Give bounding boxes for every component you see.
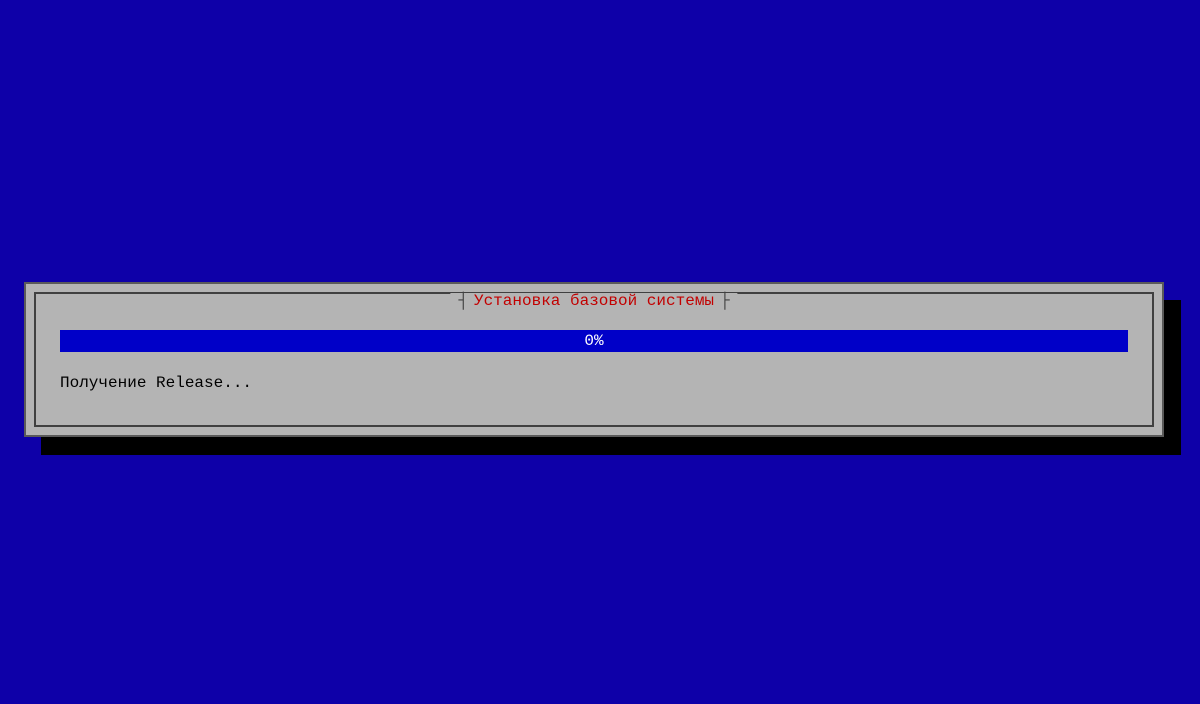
progress-bar: 0% [60, 330, 1128, 352]
dialog-title: Установка базовой системы [474, 293, 714, 309]
dialog-border: ┤ Установка базовой системы ├ 0% Получен… [34, 292, 1154, 427]
dialog-title-wrap: ┤ Установка базовой системы ├ [450, 293, 737, 309]
status-text: Получение Release... [60, 374, 252, 392]
title-bracket-right: ├ [720, 293, 730, 309]
progress-percent: 0% [584, 332, 603, 350]
installer-dialog: ┤ Установка базовой системы ├ 0% Получен… [24, 282, 1164, 437]
title-bracket-left: ┤ [458, 293, 468, 309]
